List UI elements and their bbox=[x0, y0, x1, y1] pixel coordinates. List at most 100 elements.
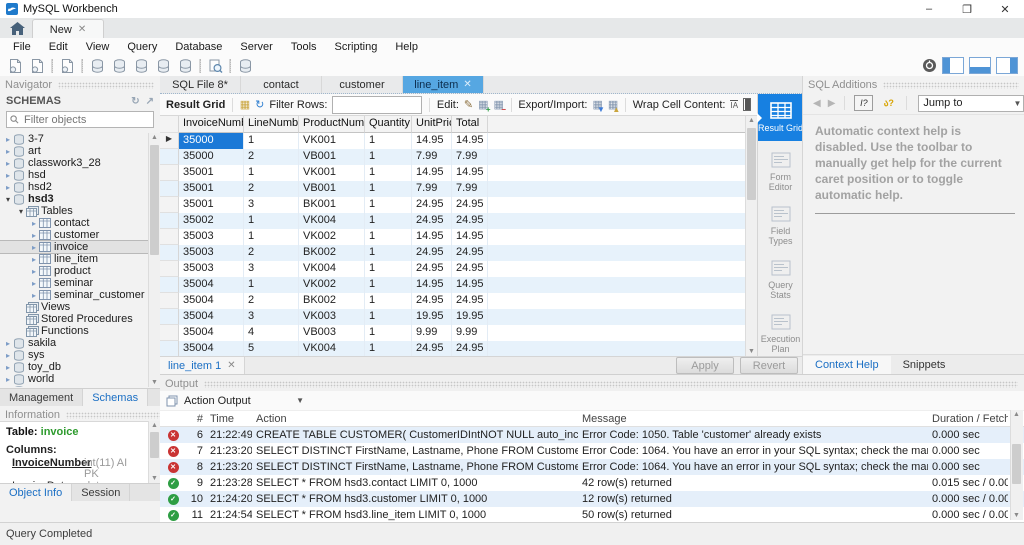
close-icon[interactable]: ✕ bbox=[986, 0, 1024, 18]
expand-arrow-icon[interactable]: ▸ bbox=[3, 339, 13, 348]
grid-cell[interactable]: BK002 bbox=[299, 245, 365, 261]
output-row[interactable]: ✕ 7 21:23:20 SELECT DISTINCT FirstName, Las… bbox=[160, 443, 1024, 459]
grid-cell[interactable]: VK004 bbox=[299, 261, 365, 277]
menu-help[interactable]: Help bbox=[386, 41, 427, 53]
column-header-quantity[interactable]: Quantity bbox=[365, 116, 412, 133]
tree-item-seminar-customer[interactable]: ▸ seminar_customer bbox=[0, 289, 148, 301]
strip-field-types[interactable]: Field Types bbox=[758, 202, 803, 249]
tree-item-invoice[interactable]: ▸ invoice bbox=[0, 240, 148, 254]
grid-cell[interactable]: BK001 bbox=[299, 197, 365, 213]
column-visibility-icon[interactable]: ▦ bbox=[240, 98, 250, 111]
create-procedure-icon[interactable] bbox=[152, 57, 174, 75]
grid-cell[interactable]: 24.95 bbox=[412, 261, 452, 277]
grid-cell[interactable]: 7.99 bbox=[412, 149, 452, 165]
row-selector[interactable] bbox=[160, 309, 179, 325]
edit-cell-icon[interactable]: ✎ bbox=[464, 98, 473, 111]
tree-item-sys[interactable]: ▸ sys bbox=[0, 349, 148, 361]
expand-arrow-icon[interactable]: ▸ bbox=[3, 387, 13, 388]
add-row-icon[interactable]: ▦ + bbox=[478, 98, 490, 114]
collapse-arrow-icon[interactable]: ▾ bbox=[16, 207, 26, 216]
grid-cell[interactable]: 24.95 bbox=[452, 341, 488, 356]
grid-cell[interactable]: VB001 bbox=[299, 149, 365, 165]
menu-edit[interactable]: Edit bbox=[40, 41, 77, 53]
row-selector[interactable] bbox=[160, 277, 179, 293]
menu-tools[interactable]: Tools bbox=[282, 41, 326, 53]
menu-view[interactable]: View bbox=[77, 41, 119, 53]
expand-arrow-icon[interactable]: ▸ bbox=[3, 159, 13, 168]
close-tab-icon[interactable]: ✕ bbox=[78, 24, 86, 35]
grid-cell[interactable]: 1 bbox=[244, 133, 299, 149]
grid-cell[interactable]: 35004 bbox=[179, 277, 244, 293]
grid-cell[interactable]: VB001 bbox=[299, 181, 365, 197]
tree-item-seminar[interactable]: ▸ seminar bbox=[0, 277, 148, 289]
grid-cell[interactable]: 24.95 bbox=[452, 293, 488, 309]
tab-object-info[interactable]: Object Info bbox=[0, 484, 73, 501]
expand-arrow-icon[interactable]: ▸ bbox=[3, 363, 13, 372]
collapse-all-icon[interactable]: ↗ bbox=[146, 96, 154, 107]
grid-cell[interactable]: 19.95 bbox=[452, 309, 488, 325]
grid-cell[interactable]: VK002 bbox=[299, 277, 365, 293]
refresh-grid-icon[interactable]: ↻ bbox=[255, 98, 264, 111]
reconnect-db-icon[interactable] bbox=[234, 57, 256, 75]
grid-cell[interactable]: 14.95 bbox=[412, 133, 452, 149]
output-col-duration-fetch[interactable]: Duration / Fetch bbox=[928, 413, 1008, 425]
tree-item-functions[interactable]: Functions bbox=[0, 325, 148, 337]
row-selector[interactable] bbox=[160, 245, 179, 261]
grid-cell[interactable]: 2 bbox=[244, 293, 299, 309]
grid-cell[interactable]: 24.95 bbox=[412, 245, 452, 261]
expand-arrow-icon[interactable]: ▸ bbox=[29, 279, 39, 288]
row-selector[interactable] bbox=[160, 213, 179, 229]
menu-database[interactable]: Database bbox=[166, 41, 231, 53]
export-recordset-icon[interactable]: ▦ ▼ bbox=[592, 98, 604, 114]
grid-cell[interactable]: 7.99 bbox=[412, 181, 452, 197]
strip-result-grid[interactable]: Result Grid bbox=[757, 94, 803, 141]
tab-management[interactable]: Management bbox=[0, 389, 84, 406]
maximize-icon[interactable]: ❐ bbox=[948, 0, 986, 18]
filter-rows-input[interactable] bbox=[332, 95, 423, 114]
grid-cell[interactable]: 35003 bbox=[179, 245, 244, 261]
grid-cell[interactable]: 24.95 bbox=[452, 197, 488, 213]
grid-cell[interactable]: 24.95 bbox=[452, 245, 488, 261]
expand-arrow-icon[interactable]: ▸ bbox=[29, 219, 39, 228]
minimize-icon[interactable]: – bbox=[910, 0, 948, 18]
menu-file[interactable]: File bbox=[4, 41, 40, 53]
tab-schemas[interactable]: Schemas bbox=[83, 389, 149, 406]
tree-item-customer[interactable]: ▸ customer bbox=[0, 229, 148, 241]
tree-item-hsd2[interactable]: ▸ hsd2 bbox=[0, 181, 148, 193]
grid-cell[interactable]: 3 bbox=[244, 197, 299, 213]
grid-cell[interactable]: 14.95 bbox=[452, 133, 488, 149]
row-selector[interactable] bbox=[160, 181, 179, 197]
toggle-left-panel-icon[interactable] bbox=[942, 57, 964, 74]
tree-item-wnc[interactable]: ▸ wnc bbox=[0, 385, 148, 387]
strip-query-stats[interactable]: Query Stats bbox=[758, 256, 803, 303]
grid-cell[interactable]: 7.99 bbox=[452, 181, 488, 197]
grid-cell[interactable]: 1 bbox=[365, 181, 412, 197]
grid-cell[interactable]: 35002 bbox=[179, 213, 244, 229]
output-row[interactable]: ✓ 11 21:24:54 SELECT * FROM hsd3.line_item … bbox=[160, 507, 1024, 523]
expand-arrow-icon[interactable]: ▸ bbox=[29, 267, 39, 276]
help-forward-icon[interactable]: ▶ bbox=[828, 98, 836, 109]
jump-to-dropdown[interactable]: Jump to ▼ bbox=[918, 94, 1024, 112]
row-selector[interactable] bbox=[160, 341, 179, 356]
grid-cell[interactable]: 35004 bbox=[179, 309, 244, 325]
toggle-output-panel-icon[interactable] bbox=[969, 57, 991, 74]
grid-cell[interactable]: 1 bbox=[365, 309, 412, 325]
search-data-icon[interactable] bbox=[204, 57, 226, 75]
grid-cell[interactable]: 3 bbox=[244, 261, 299, 277]
row-selector[interactable] bbox=[160, 197, 179, 213]
tree-item-world[interactable]: ▸ world bbox=[0, 373, 148, 385]
grid-cell[interactable]: 35004 bbox=[179, 325, 244, 341]
tree-item-views[interactable]: Views bbox=[0, 301, 148, 313]
tree-item-hsd[interactable]: ▸ hsd bbox=[0, 169, 148, 181]
grid-cell[interactable]: 1 bbox=[365, 149, 412, 165]
create-function-icon[interactable] bbox=[174, 57, 196, 75]
output-col-action[interactable]: Action bbox=[252, 413, 578, 425]
editor-tab-customer[interactable]: customer bbox=[322, 76, 403, 93]
grid-cell[interactable]: 1 bbox=[365, 341, 412, 356]
expand-arrow-icon[interactable]: ▸ bbox=[3, 135, 13, 144]
grid-cell[interactable]: 1 bbox=[244, 213, 299, 229]
grid-cell[interactable]: 5 bbox=[244, 341, 299, 356]
tree-item-product[interactable]: ▸ product bbox=[0, 265, 148, 277]
delete-row-icon[interactable]: ▦ − bbox=[494, 98, 506, 114]
tree-item-classwork3-28[interactable]: ▸ classwork3_28 bbox=[0, 157, 148, 169]
